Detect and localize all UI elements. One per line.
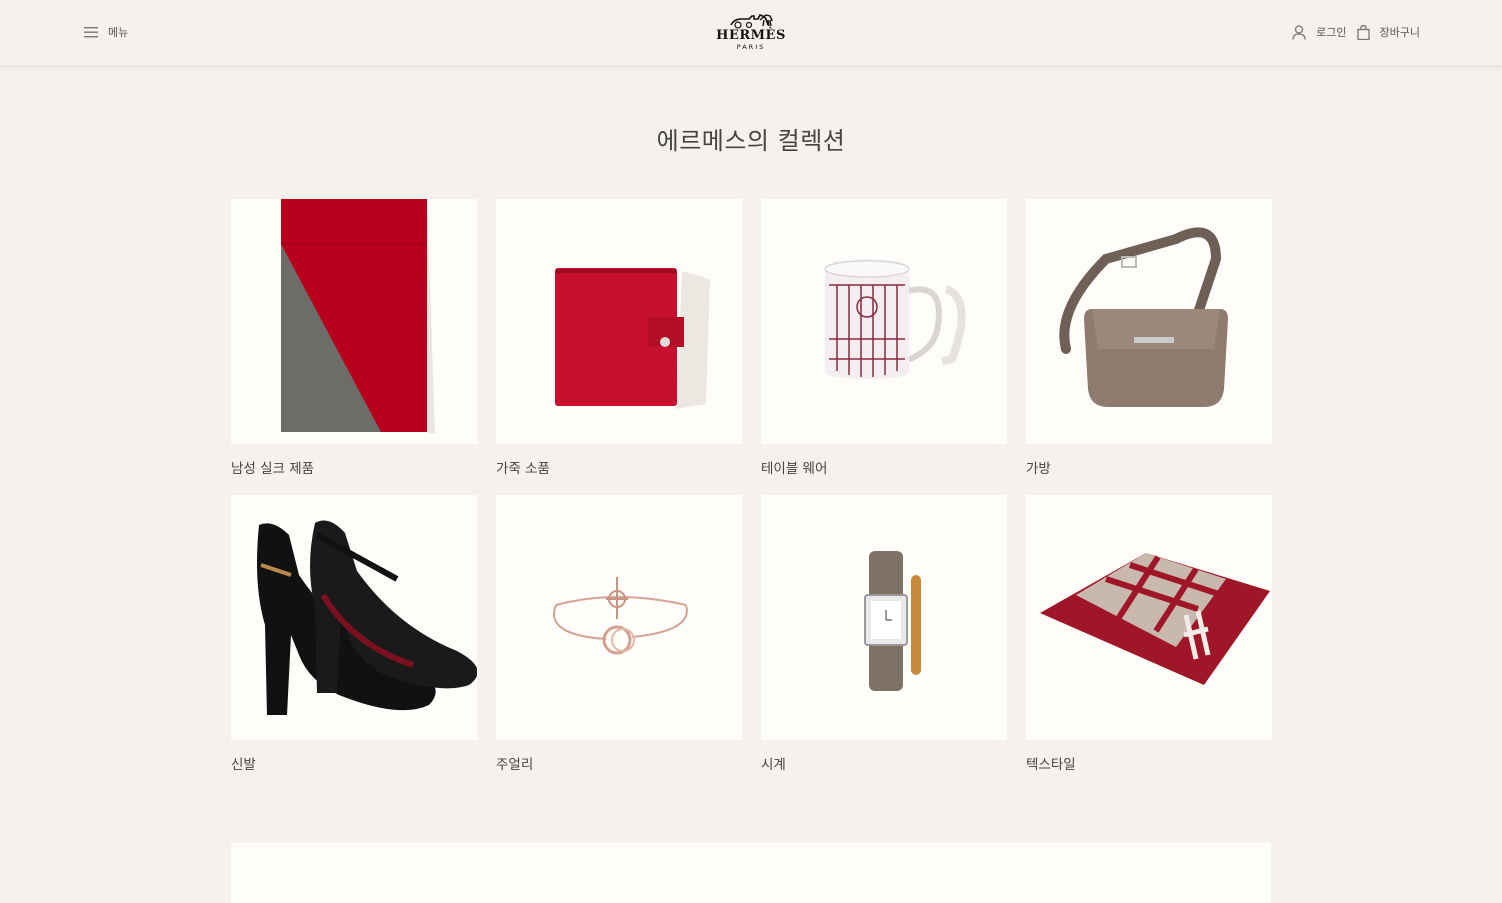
category-label: 텍스타일 <box>1026 757 1076 773</box>
category-card-leather-goods[interactable]: 가죽 소품 <box>496 199 742 495</box>
cushion-image <box>1026 495 1272 740</box>
shopping-bag-icon <box>1356 24 1370 40</box>
category-card-tableware[interactable]: 테이블 웨어 <box>761 199 1007 495</box>
category-label: 시계 <box>761 757 786 773</box>
site-header: 메뉴 HERMÈS PARIS 로그인 장바구니 <box>0 0 1502 65</box>
category-label: 주얼리 <box>496 757 534 773</box>
login-link[interactable]: 로그인 <box>1292 24 1347 40</box>
hamburger-icon <box>84 27 98 38</box>
logo-wordmark: HERMÈS <box>716 28 786 43</box>
bracelet-image <box>496 495 742 740</box>
mug-image <box>761 199 1007 444</box>
category-label: 가죽 소품 <box>496 461 550 477</box>
heels-image <box>231 495 477 740</box>
category-label: 테이블 웨어 <box>761 461 828 477</box>
category-label: 신발 <box>231 757 256 773</box>
login-label: 로그인 <box>1316 26 1347 39</box>
shoulder-bag-image <box>1026 199 1272 444</box>
user-icon <box>1292 24 1306 40</box>
carriage-icon <box>730 14 773 29</box>
category-card-shoes[interactable]: 신발 <box>231 495 477 791</box>
category-label: 남성 실크 제품 <box>231 461 315 477</box>
page-title: 에르메스의 컬렉션 <box>656 127 846 155</box>
cart-label: 장바구니 <box>1379 26 1420 39</box>
scarf-image <box>231 199 477 444</box>
cart-link[interactable]: 장바구니 <box>1356 24 1420 40</box>
category-grid: 남성 실크 제품 가죽 소품 테이블 웨어 가방 신발 주얼리 시계 텍스타일 <box>231 199 1272 791</box>
category-label: 가방 <box>1026 461 1051 477</box>
menu-label: 메뉴 <box>108 26 129 39</box>
logo-subtext: PARIS <box>736 43 766 51</box>
category-card-watches[interactable]: 시계 <box>761 495 1007 791</box>
leather-notebook-image <box>496 199 742 444</box>
category-card-textile[interactable]: 텍스타일 <box>1026 495 1272 791</box>
hermes-logo[interactable]: HERMÈS PARIS <box>716 11 786 53</box>
category-card-mens-silk[interactable]: 남성 실크 제품 <box>231 199 477 495</box>
category-card-bags[interactable]: 가방 <box>1026 199 1272 495</box>
menu-button[interactable]: 메뉴 <box>84 24 128 40</box>
bottom-panel <box>231 843 1271 903</box>
watch-image <box>761 495 1007 740</box>
category-card-jewelry[interactable]: 주얼리 <box>496 495 742 791</box>
account-area: 로그인 장바구니 <box>1292 24 1420 40</box>
